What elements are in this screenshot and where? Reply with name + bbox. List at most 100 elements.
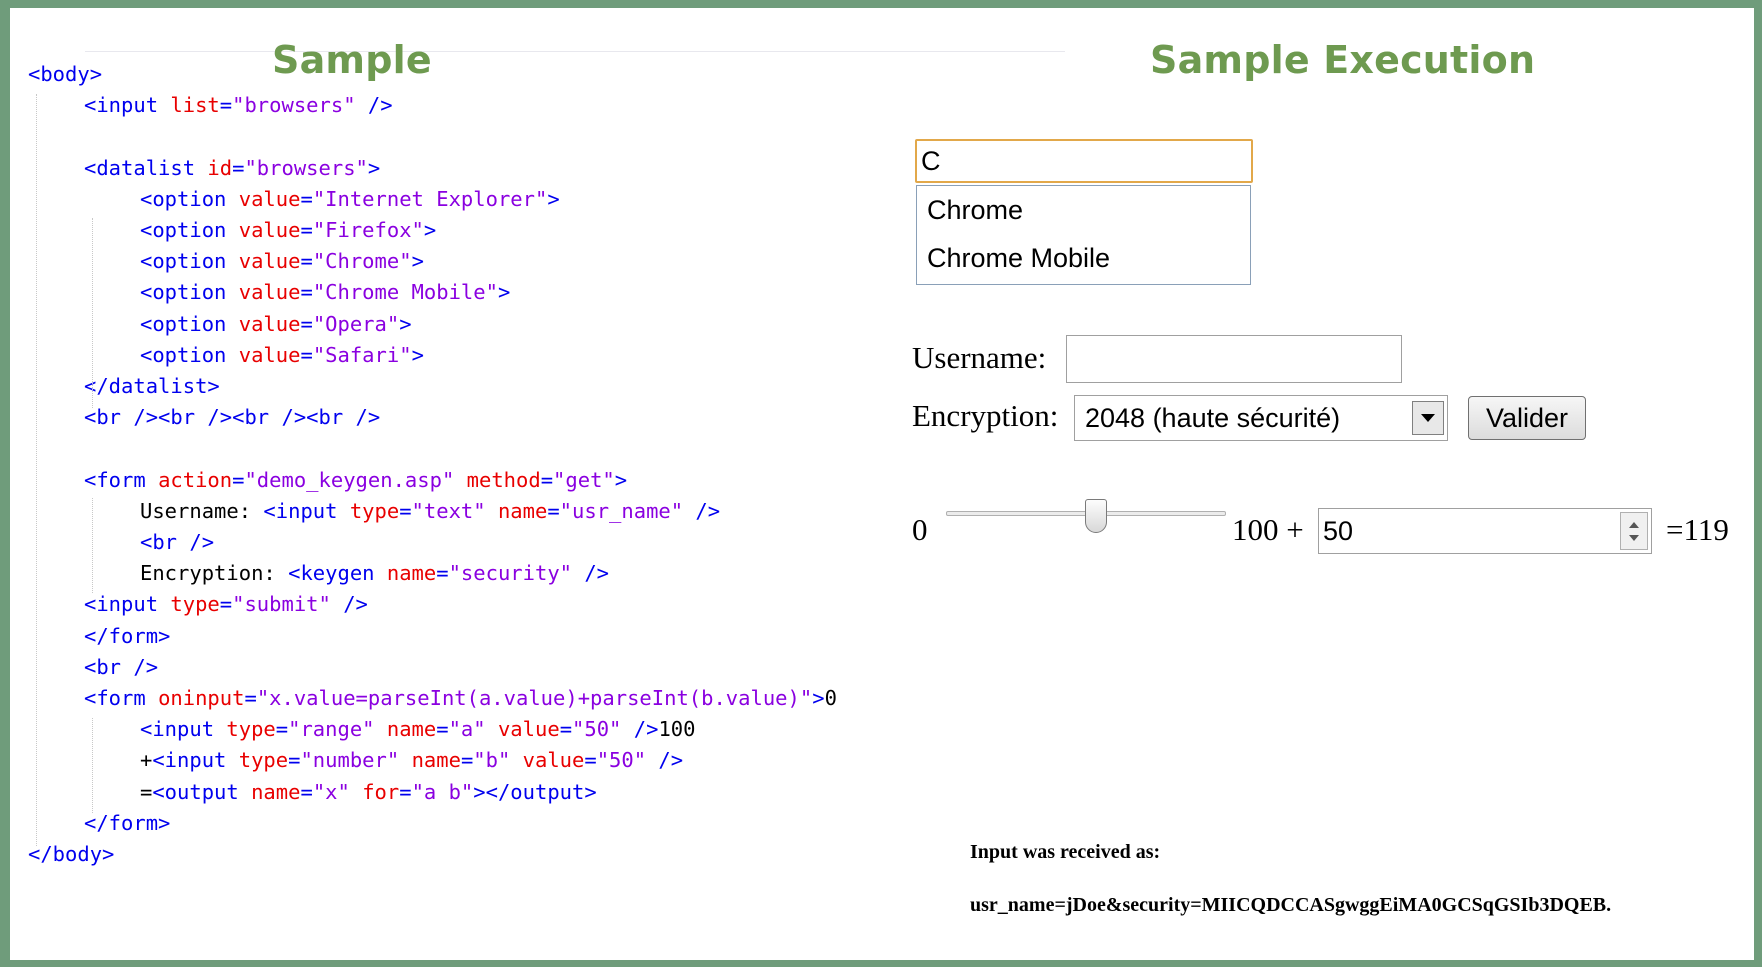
code-token: />	[646, 748, 684, 773]
code-token: <form	[84, 467, 159, 492]
code-token: =	[300, 218, 313, 242]
username-label: Username:	[912, 340, 1047, 375]
code-token: </form>	[84, 623, 171, 648]
code-token: "browsers"	[244, 155, 368, 180]
code-token: "usr_name"	[559, 498, 684, 523]
code-token: =	[244, 686, 257, 710]
code-token: <br />	[84, 654, 159, 679]
code-line: Username: <input type="text" name="usr_n…	[140, 495, 720, 527]
code-token: "Firefox"	[312, 218, 424, 242]
code-token: <option	[140, 311, 239, 336]
number-input[interactable]: 50	[1318, 508, 1652, 554]
code-token: list	[170, 93, 220, 118]
spin-up-icon[interactable]	[1629, 522, 1639, 528]
code-line: <option value="Chrome">	[140, 245, 424, 277]
code-token: name	[386, 561, 437, 586]
code-token: +	[140, 748, 153, 773]
code-line: <option value="Internet Explorer">	[140, 183, 560, 215]
code-token: ></output>	[473, 779, 597, 804]
indent-guide	[92, 218, 93, 408]
code-token: />	[572, 561, 610, 586]
code-token: <keygen	[288, 561, 387, 586]
code-line: <body>	[28, 58, 102, 90]
received-value: usr_name=jDoe&security=MIICQDCCASgwggEiM…	[970, 894, 1612, 916]
code-token: name	[251, 779, 301, 804]
code-token: value	[238, 249, 301, 274]
code-token: >	[614, 467, 628, 492]
code-token: type	[238, 748, 289, 773]
code-line: <form oninput="x.value=parseInt(a.value)…	[84, 682, 837, 714]
code-token: "b"	[473, 748, 511, 773]
datalist-option[interactable]: Chrome Mobile	[917, 234, 1250, 282]
code-token: value	[497, 717, 560, 742]
code-token: type	[170, 592, 220, 617]
code-token: =	[547, 498, 560, 523]
code-token: Username:	[140, 498, 264, 523]
code-token: />	[683, 498, 721, 523]
code-line: Encryption: <keygen name="security" />	[140, 557, 609, 589]
dropdown-arrow-icon[interactable]	[1412, 401, 1444, 435]
spinner-icon[interactable]	[1620, 512, 1648, 550]
code-token: "number"	[300, 748, 400, 773]
code-token: =	[300, 280, 313, 305]
code-token: </form>	[84, 810, 171, 835]
code-token: <input	[140, 717, 227, 742]
code-token: <input	[84, 93, 171, 118]
code-token: =	[300, 311, 313, 336]
code-token: "50"	[596, 748, 647, 773]
code-token: <option	[140, 186, 239, 211]
code-token: value	[238, 218, 301, 242]
code-token: oninput	[158, 686, 245, 710]
code-token: <output	[152, 779, 252, 804]
heading-sample-execution: Sample Execution	[1150, 38, 1536, 82]
code-token: "a b"	[411, 779, 474, 804]
code-token: "get"	[553, 467, 615, 492]
code-token: =	[300, 186, 313, 211]
spin-down-icon[interactable]	[1629, 535, 1639, 541]
code-token: "security"	[448, 561, 572, 586]
code-token: >	[812, 686, 825, 710]
datalist-input[interactable]: C	[915, 139, 1253, 183]
encryption-label: Encryption:	[912, 398, 1059, 433]
code-token: "50"	[572, 717, 622, 742]
code-token: <body>	[28, 62, 103, 86]
code-token: =	[559, 717, 573, 742]
number-input-value: 50	[1323, 516, 1354, 546]
submit-button[interactable]: Valider	[1468, 396, 1586, 440]
code-token: "text"	[411, 498, 486, 523]
username-input[interactable]	[1066, 335, 1402, 383]
code-token: "Safari"	[312, 342, 412, 367]
code-token: "browsers"	[232, 93, 356, 118]
code-line: <option value="Chrome Mobile">	[140, 276, 510, 308]
code-token: Encryption:	[140, 561, 289, 586]
range-min-label: 0	[912, 512, 928, 547]
code-token: <br /><br /><br /><br />	[84, 405, 381, 430]
encryption-select-value: 2048 (haute sécurité)	[1085, 403, 1341, 433]
code-token: >	[399, 311, 412, 336]
code-token: >	[547, 186, 560, 211]
datalist-option[interactable]: Chrome	[917, 186, 1250, 234]
code-line: <datalist id="browsers">	[84, 152, 380, 184]
code-token: />	[355, 93, 393, 118]
code-line: <option value="Firefox">	[140, 214, 436, 246]
code-line: <input list="browsers" />	[84, 89, 393, 121]
range-max-label: 100 +	[1232, 512, 1304, 547]
code-token: method	[466, 467, 541, 492]
code-token: =	[584, 748, 597, 773]
code-token: value	[238, 186, 301, 211]
range-slider-thumb[interactable]	[1085, 499, 1107, 533]
heading-sample: Sample	[272, 38, 432, 82]
code-line: <form action="demo_keygen.asp" method="g…	[84, 464, 627, 496]
code-line: <br />	[84, 651, 158, 683]
code-token: />	[621, 717, 659, 742]
code-token: >	[411, 342, 424, 367]
code-token: =	[219, 592, 233, 617]
code-token: action	[158, 467, 233, 492]
code-line: <br />	[140, 526, 214, 558]
code-token: =	[460, 748, 474, 773]
code-token: "x"	[312, 779, 350, 804]
encryption-select[interactable]: 2048 (haute sécurité)	[1074, 395, 1448, 441]
code-token: =	[399, 779, 412, 804]
code-line: </datalist>	[84, 370, 220, 402]
code-token: <form	[84, 686, 159, 710]
